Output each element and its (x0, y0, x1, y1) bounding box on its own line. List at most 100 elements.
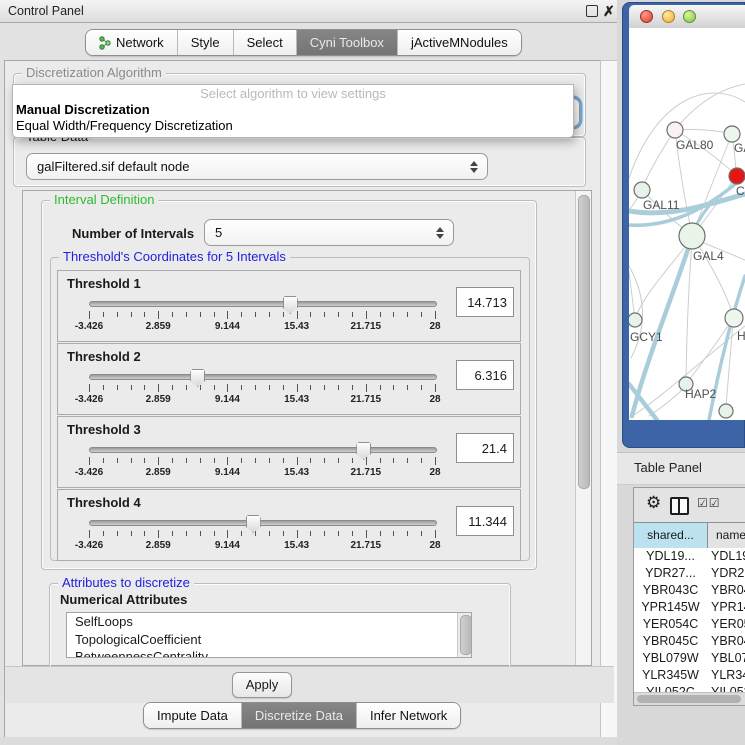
tick-mark (144, 312, 145, 317)
threshold-value-field[interactable]: 6.316 (456, 360, 514, 390)
cell-shared-name[interactable]: YLR345W (634, 667, 707, 684)
tab-infer-network[interactable]: Infer Network (356, 703, 460, 728)
tick-label: 15.43 (284, 540, 309, 551)
hscrollbar-thumb[interactable] (637, 695, 741, 703)
cell-name[interactable]: YBL079W (707, 650, 745, 667)
threshold-label: Threshold 1 (67, 276, 141, 291)
slider-ticks (89, 530, 435, 540)
dropdown-item[interactable]: Manual Discretization (13, 102, 573, 118)
threshold-slider-track[interactable] (89, 374, 437, 380)
close-icon[interactable]: ✗ (603, 0, 615, 22)
tab-style[interactable]: Style (177, 30, 233, 55)
list-scrollbar-thumb[interactable] (460, 615, 472, 655)
network-node-GCY1[interactable] (629, 313, 642, 327)
settings-scrollbar[interactable] (575, 191, 591, 665)
cell-name[interactable]: YER054C (707, 616, 745, 633)
table-row[interactable]: YER054CYER054C (634, 616, 745, 633)
network-canvas[interactable]: GAL80GACGAL11GAL4GCY1HHAP2 (629, 28, 745, 420)
apply-button[interactable]: Apply (232, 672, 292, 698)
table-row[interactable]: YDL19...YDL19... (634, 548, 745, 565)
tick-label: 21.715 (351, 321, 382, 332)
table-row[interactable]: YBR043CYBR043C (634, 582, 745, 599)
network-node-GAL4[interactable] (679, 223, 705, 249)
tab-impute-data[interactable]: Impute Data (144, 703, 241, 728)
cell-shared-name[interactable]: YBL079W (634, 650, 707, 667)
table-row[interactable]: YLR345WYLR345W (634, 667, 745, 684)
zoom-traffic-light-icon[interactable] (683, 10, 696, 23)
tick-mark (131, 385, 132, 390)
cell-name[interactable]: YBR045C (707, 633, 745, 650)
table-data-selected: galFiltered.sif default node (37, 154, 487, 179)
panel-scrollbar-track[interactable] (600, 60, 618, 738)
split-pane-icon[interactable] (670, 497, 689, 515)
network-node-bottom-partial[interactable] (719, 404, 733, 418)
threshold-slider-track[interactable] (89, 520, 437, 526)
column-header-shared-name[interactable]: shared... (634, 523, 708, 548)
cell-name[interactable]: YPR145W (707, 599, 745, 616)
settings-scrollbar-thumb[interactable] (578, 195, 590, 489)
list-scrollbar[interactable] (457, 613, 471, 657)
tick-mark (200, 531, 201, 536)
tick-labels: -3.4262.8599.14415.4321.71528 (89, 540, 435, 552)
cell-name[interactable]: YBR043C (707, 582, 745, 599)
tick-mark (117, 531, 118, 536)
dropdown-item[interactable]: Equal Width/Frequency Discretization (13, 118, 573, 134)
table-row[interactable]: YIL052CYIL052C (634, 684, 745, 692)
threshold-slider-track[interactable] (89, 447, 437, 453)
attributes-group-title: Attributes to discretize (58, 576, 194, 590)
network-node-red-node[interactable] (729, 168, 745, 184)
network-node-H-partial[interactable] (725, 309, 743, 327)
threshold-value-field[interactable]: 14.713 (456, 287, 514, 317)
select-columns-icons[interactable]: ☑☑ (697, 496, 721, 510)
cell-shared-name[interactable]: YPR145W (634, 599, 707, 616)
minimize-traffic-light-icon[interactable] (662, 10, 675, 23)
cell-shared-name[interactable]: YDR27... (634, 565, 707, 582)
network-node-label: GCY1 (630, 330, 663, 344)
table-row[interactable]: YPR145WYPR145W (634, 599, 745, 616)
table-row[interactable]: YBL079WYBL079W (634, 650, 745, 667)
threshold-value-field[interactable]: 11.344 (456, 506, 514, 536)
attribute-list-item[interactable]: SelfLoops (67, 613, 471, 631)
tab-cyni-toolbox[interactable]: Cyni Toolbox (296, 30, 397, 55)
table-row[interactable]: YDR27...YDR27... (634, 565, 745, 582)
cell-name[interactable]: YIL052C (707, 684, 745, 692)
network-window-titlebar[interactable] (629, 5, 745, 29)
cell-name[interactable]: YDR27... (707, 565, 745, 582)
network-node-GAL80[interactable] (667, 122, 683, 138)
bottom-strip (0, 737, 620, 745)
column-header-name[interactable]: name (708, 523, 745, 548)
tab-network[interactable]: Network (86, 30, 177, 55)
gear-icon[interactable]: ⚙ (646, 493, 661, 513)
table-row[interactable]: YBR045CYBR045C (634, 633, 745, 650)
tab-jactivemnodules[interactable]: jActiveMNodules (397, 30, 521, 55)
cell-name[interactable]: YDL19... (707, 548, 745, 565)
cell-shared-name[interactable]: YER054C (634, 616, 707, 633)
float-window-icon[interactable] (586, 5, 598, 17)
table-horizontal-scrollbar[interactable] (634, 692, 745, 705)
threshold-value-field[interactable]: 21.4 (456, 433, 514, 463)
tick-mark (158, 311, 159, 319)
cell-shared-name[interactable]: YDL19... (634, 548, 707, 565)
cell-shared-name[interactable]: YBR043C (634, 582, 707, 599)
threshold-slider-track[interactable] (89, 301, 437, 307)
network-edge (649, 386, 686, 416)
network-edge (686, 240, 692, 380)
tab-discretize-data[interactable]: Discretize Data (241, 703, 356, 728)
interval-definition-group: Interval Definition Number of Intervals … (41, 200, 537, 570)
num-intervals-combobox[interactable]: 5 (204, 219, 454, 246)
close-traffic-light-icon[interactable] (640, 10, 653, 23)
cell-shared-name[interactable]: YIL052C (634, 684, 707, 692)
cell-name[interactable]: YLR345W (707, 667, 745, 684)
tick-mark (421, 531, 422, 536)
numerical-attributes-list[interactable]: SelfLoopsTopologicalCoefficientBetweenne… (66, 612, 472, 658)
tick-mark (186, 531, 187, 536)
network-node-GA-partial[interactable] (724, 126, 740, 142)
network-node-GAL11[interactable] (634, 182, 650, 198)
table-data-combobox[interactable]: galFiltered.sif default node (26, 153, 488, 180)
attribute-list-item[interactable]: TopologicalCoefficient (67, 631, 471, 649)
attribute-list-item[interactable]: BetweennessCentrality (67, 648, 471, 658)
cell-shared-name[interactable]: YBR045C (634, 633, 707, 650)
tick-label: 2.859 (146, 394, 171, 405)
tab-select[interactable]: Select (233, 30, 296, 55)
tick-mark (117, 458, 118, 463)
